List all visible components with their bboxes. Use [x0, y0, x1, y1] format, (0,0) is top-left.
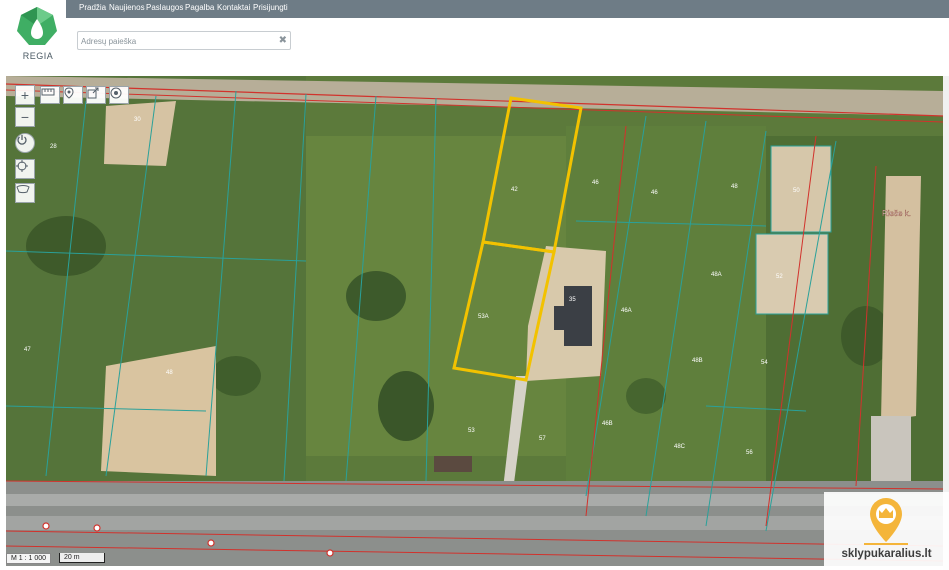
parcel-number: 50 — [793, 188, 800, 194]
logo-text: REGIA — [22, 51, 54, 61]
watermark: sklypukaralius.lt — [824, 492, 949, 570]
map-view[interactable]: 30 28 42 46 46 48 50 52 35 53A 46A 48A 4… — [6, 76, 943, 566]
nav-item-pagalba[interactable]: Pagalba — [185, 3, 214, 12]
parcel-number: 46 — [651, 190, 658, 196]
parcel-number: 46 — [592, 180, 599, 186]
power-icon[interactable] — [15, 133, 35, 153]
header: REGIA Pradžia Naujienos Paslaugos Pagalb… — [0, 0, 949, 76]
parcel-number: 46B — [602, 421, 613, 427]
zoom-in-button[interactable]: + — [15, 85, 35, 105]
address-search-input[interactable] — [81, 34, 271, 48]
parcel-number: 30 — [134, 117, 141, 123]
parcel-number: 48B — [692, 358, 703, 364]
nav-item-pradzia[interactable]: Pradžia — [79, 3, 106, 12]
king-marker-icon — [864, 498, 908, 545]
parcel-number: 35 — [569, 297, 576, 303]
parcel-number: 53A — [478, 314, 489, 320]
address-search: ✖ — [77, 31, 291, 50]
nav-item-kontaktai[interactable]: Kontaktai — [217, 3, 250, 12]
aerial-map: 30 28 42 46 46 48 50 52 35 53A 46A 48A 4… — [6, 76, 943, 566]
parcel-number: 48 — [166, 370, 173, 376]
marker-icon[interactable] — [63, 86, 83, 104]
zoom-out-button[interactable]: − — [15, 107, 35, 127]
nav-item-naujienos[interactable]: Naujienos — [109, 3, 145, 12]
scale-bar: 20 m — [59, 553, 106, 563]
place-label: Rieše k. — [882, 209, 911, 218]
app-root: REGIA Pradžia Naujienos Paslaugos Pagalb… — [0, 0, 949, 570]
target-icon[interactable] — [109, 86, 129, 104]
scale-ratio: M 1 : 1 000 — [6, 552, 52, 564]
parcel-number: 42 — [511, 187, 518, 193]
watermark-text: sklypukaralius.lt — [841, 548, 932, 560]
close-icon[interactable]: ✖ — [279, 34, 287, 48]
regia-logo[interactable]: REGIA — [10, 4, 64, 64]
map-scale: M 1 : 1 000 20 m — [6, 551, 106, 565]
regia-logo-icon — [17, 7, 57, 45]
parcel-number: 47 — [24, 347, 31, 353]
parcel-number: 28 — [50, 144, 57, 150]
parcel-number: 48C — [674, 444, 686, 450]
parcel-number: 57 — [539, 436, 546, 442]
export-icon[interactable] — [86, 86, 106, 104]
parcel-number: 48 — [731, 184, 738, 190]
parcel-number: 56 — [746, 450, 753, 456]
layers-icon[interactable] — [15, 183, 35, 203]
top-navigation: Pradžia Naujienos Paslaugos Pagalba Kont… — [66, 0, 949, 18]
parcel-number: 53 — [468, 428, 475, 434]
locate-icon[interactable] — [15, 159, 35, 179]
parcel-number: 46A — [621, 308, 632, 314]
parcel-number: 48A — [711, 272, 722, 278]
ruler-icon[interactable] — [40, 86, 60, 104]
nav-item-paslaugos[interactable]: Paslaugos — [146, 3, 183, 12]
parcel-number: 54 — [761, 360, 768, 366]
nav-item-prisijungti[interactable]: Prisijungti — [253, 3, 288, 12]
parcel-number: 52 — [776, 274, 783, 280]
